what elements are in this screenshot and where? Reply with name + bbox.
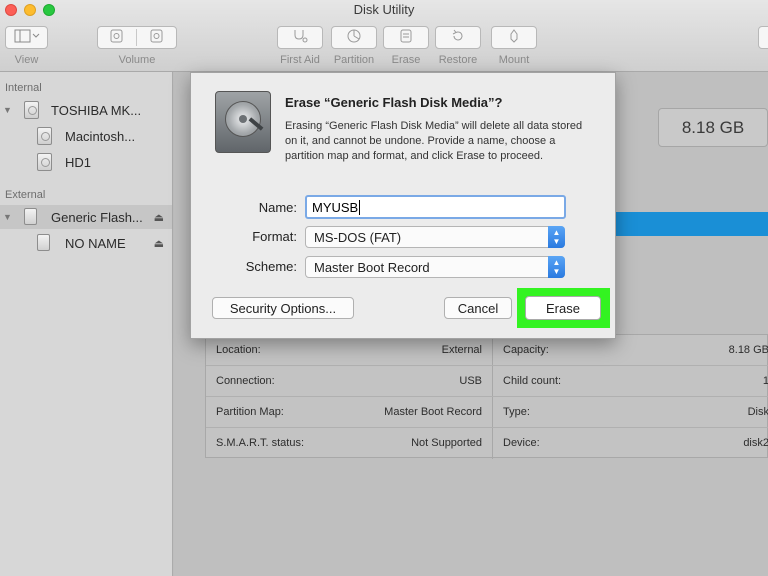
view-label: View	[14, 54, 39, 66]
toolbar: Disk Utility View Volume First Aid Parti…	[0, 0, 768, 72]
info-value: Disk	[747, 406, 768, 418]
usb-drive-icon	[24, 208, 37, 225]
info-key: Connection:	[216, 375, 275, 387]
first-aid-label: First Aid	[280, 54, 320, 66]
info-row: Connection: USB Child count: 1	[206, 366, 768, 397]
eject-icon[interactable]: ⏏	[154, 237, 164, 250]
sidebar: Internal ▼ TOSHIBA MK... Macintosh... HD…	[0, 72, 173, 576]
sidebar-item-hd1[interactable]: HD1	[0, 150, 172, 174]
sidebar-icon	[14, 29, 40, 46]
mount-button[interactable]	[491, 26, 537, 49]
info-key: Child count:	[503, 375, 562, 387]
hub-graphic	[239, 115, 247, 123]
erase-disk-icon	[399, 29, 413, 46]
info-row: S.M.A.R.T. status: Not Supported Device:…	[206, 428, 768, 459]
info-value: External	[441, 344, 482, 356]
volume-icon	[37, 153, 52, 171]
hard-disk-icon	[24, 101, 39, 119]
first-aid-button[interactable]	[277, 26, 323, 49]
format-select[interactable]: MS-DOS (FAT) ▲ ▼	[305, 226, 565, 248]
info-key: S.M.A.R.T. status:	[216, 437, 305, 449]
disclosure-triangle-icon[interactable]: ▼	[3, 212, 12, 222]
info-value: Not Supported	[411, 437, 482, 449]
dialog-message: Erasing “Generic Flash Disk Media” will …	[285, 120, 583, 162]
info-value: disk2	[743, 437, 768, 449]
info-table: Location: External Capacity: 8.18 GB Con…	[205, 334, 768, 459]
info-key: Capacity:	[503, 344, 549, 356]
external-section-header: External	[5, 189, 46, 201]
sidebar-item-toshiba[interactable]: ▼ TOSHIBA MK...	[0, 98, 172, 122]
volume-icon	[37, 127, 52, 145]
sidebar-item-label: HD1	[65, 154, 92, 170]
usb-volume-icon	[37, 234, 50, 251]
info-key: Device:	[503, 437, 540, 449]
erase-button[interactable]: Erase	[525, 296, 601, 320]
format-value: MS-DOS (FAT)	[314, 230, 402, 245]
erase-dialog: Erase “Generic Flash Disk Media”? Erasin…	[190, 72, 616, 339]
name-field[interactable]: MYUSB	[305, 195, 566, 219]
disclosure-triangle-icon[interactable]: ▼	[3, 105, 12, 115]
partition-label: Partition	[333, 54, 375, 66]
partition-pie-icon	[347, 29, 361, 46]
capacity-display: 8.18 GB	[658, 108, 768, 147]
info-row: Location: External Capacity: 8.18 GB	[206, 335, 768, 366]
name-value: MYUSB	[312, 200, 359, 215]
window-title: Disk Utility	[353, 2, 415, 17]
info-key: Type:	[503, 406, 530, 418]
erase-toolbar-button[interactable]	[383, 26, 429, 49]
text-cursor	[359, 200, 361, 215]
sidebar-item-macintosh-hd[interactable]: Macintosh...	[0, 124, 172, 148]
mount-label: Mount	[498, 54, 530, 66]
name-label: Name:	[258, 200, 297, 215]
info-value: USB	[459, 375, 482, 387]
info-row: Partition Map: Master Boot Record Type: …	[206, 397, 768, 428]
view-button[interactable]	[5, 26, 48, 49]
format-label: Format:	[252, 229, 297, 244]
sidebar-item-no-name[interactable]: NO NAME ⏏	[0, 231, 172, 255]
restore-label: Restore	[438, 54, 478, 66]
volume-button-group[interactable]	[97, 26, 177, 49]
hard-drive-icon	[215, 91, 271, 153]
stethoscope-icon	[292, 29, 308, 46]
info-button[interactable]	[758, 26, 768, 49]
erase-toolbar-label: Erase	[391, 54, 421, 66]
sidebar-item-generic-flash[interactable]: ▼ Generic Flash... ⏏	[0, 205, 172, 229]
chevron-updown-icon: ▲ ▼	[548, 226, 565, 248]
usage-bar	[615, 212, 768, 236]
scheme-select[interactable]: Master Boot Record ▲ ▼	[305, 256, 565, 278]
internal-section-header: Internal	[5, 82, 42, 94]
cancel-button[interactable]: Cancel	[444, 297, 512, 319]
info-key: Partition Map:	[216, 406, 284, 418]
partition-button[interactable]	[331, 26, 377, 49]
info-value: Master Boot Record	[384, 406, 482, 418]
dialog-title: Erase “Generic Flash Disk Media”?	[285, 95, 503, 110]
scheme-value: Master Boot Record	[314, 260, 430, 275]
sidebar-item-label: NO NAME	[65, 235, 126, 251]
info-key: Location:	[216, 344, 261, 356]
info-value: 8.18 GB	[728, 344, 768, 356]
sidebar-item-label: TOSHIBA MK...	[51, 102, 142, 118]
sidebar-item-label: Macintosh...	[65, 128, 136, 144]
chevron-updown-icon: ▲ ▼	[548, 256, 565, 278]
info-value: 1	[762, 375, 768, 387]
remove-volume-icon[interactable]	[137, 29, 176, 46]
add-volume-icon[interactable]	[98, 29, 138, 46]
mount-icon	[509, 29, 519, 46]
scheme-label: Scheme:	[245, 259, 297, 274]
restore-arrow-icon	[451, 29, 465, 46]
sidebar-item-label: Generic Flash...	[51, 209, 143, 225]
restore-button[interactable]	[435, 26, 481, 49]
security-options-button[interactable]: Security Options...	[212, 297, 354, 319]
volume-label: Volume	[118, 54, 156, 66]
eject-icon[interactable]: ⏏	[154, 211, 164, 224]
